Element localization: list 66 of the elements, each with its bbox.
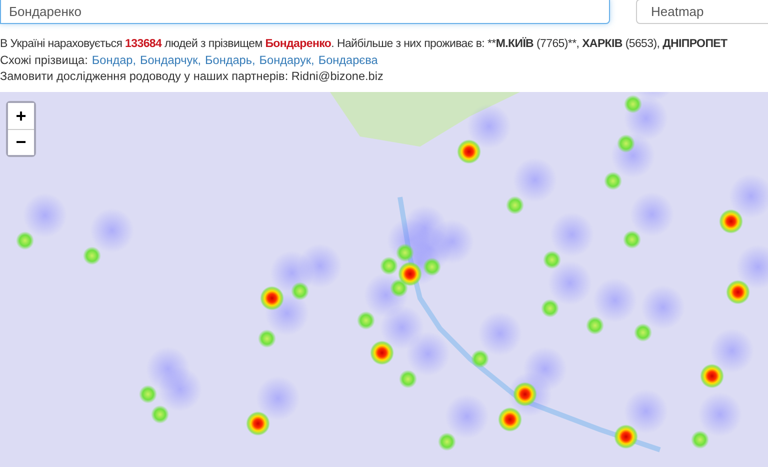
heat-haze — [548, 260, 592, 306]
heat-haze — [513, 158, 557, 202]
heat-spot — [700, 364, 724, 388]
heat-spot — [396, 244, 414, 262]
heat-spot — [586, 316, 604, 335]
heat-spot — [513, 382, 537, 406]
surname-link[interactable]: Бондарєва — [318, 52, 378, 68]
heat-spot — [457, 140, 481, 164]
heat-spot — [151, 405, 169, 424]
heat-spot — [691, 430, 709, 449]
heat-spot — [246, 411, 270, 436]
heat-spot — [16, 232, 34, 250]
heat-haze — [23, 193, 67, 238]
heat-spot — [617, 134, 635, 153]
heat-spot — [614, 424, 638, 449]
heat-spot — [623, 230, 641, 249]
surname-link[interactable]: Бондарь, — [205, 52, 256, 68]
heat-spot — [357, 311, 375, 330]
surname-link[interactable]: Бондарук, — [259, 52, 314, 68]
heat-spot — [399, 370, 417, 388]
heat-haze — [256, 376, 300, 420]
heat-spot — [506, 196, 524, 214]
heat-haze — [467, 104, 511, 149]
search-field[interactable]: Бондаренко — [0, 0, 610, 24]
heat-haze — [550, 212, 594, 257]
heat-spot — [291, 282, 309, 300]
surname-link[interactable]: Бондарчук, — [140, 52, 202, 68]
similar-label: Схожі прізвища: — [0, 52, 88, 68]
heat-haze — [624, 389, 668, 434]
heat-haze — [478, 311, 522, 356]
heat-spot — [370, 340, 394, 365]
heat-spot — [380, 256, 398, 275]
heat-haze — [641, 285, 685, 330]
heat-haze — [90, 208, 134, 253]
heat-haze — [298, 244, 342, 288]
heat-spot — [390, 279, 408, 298]
layer-select[interactable]: Heatmap — [636, 0, 768, 24]
heat-haze — [445, 394, 489, 439]
heat-spot — [438, 432, 456, 451]
heat-haze — [736, 244, 768, 290]
heat-spot — [260, 286, 284, 310]
heat-haze — [710, 328, 754, 373]
summary-text: В Україні нараховується 133684 людей з прізвищем Бондаренко. Найбільше з них проживає в: **М.КИЇВ (7765)**, ХАРКІВ (5653), ДНІПРОПЕТ — [0, 36, 728, 52]
heat-spot — [498, 407, 522, 432]
heat-spot — [139, 385, 157, 404]
zoom-out-button[interactable]: − — [8, 129, 34, 155]
heat-spot — [719, 209, 743, 234]
heat-spot — [398, 262, 422, 286]
zoom-in-button[interactable]: + — [8, 103, 34, 129]
order-note: Замовити дослідження родоводу у наших партнерів: Ridni@bizone.biz — [0, 68, 384, 84]
heat-spot — [83, 246, 101, 265]
heat-haze — [406, 332, 450, 376]
heat-haze — [729, 174, 768, 218]
heat-spot — [471, 350, 489, 368]
heat-spot — [258, 330, 276, 348]
heat-spot — [726, 280, 750, 304]
heat-spot — [423, 258, 441, 276]
heat-spot — [624, 95, 642, 114]
heat-haze — [593, 278, 637, 322]
heat-spot — [604, 172, 622, 190]
heat-haze — [698, 392, 742, 437]
heat-spot — [541, 299, 559, 318]
heat-spot — [543, 250, 561, 269]
heat-spot — [634, 323, 652, 342]
surname-link[interactable]: Бондар, — [92, 52, 136, 68]
heat-haze — [630, 192, 674, 237]
